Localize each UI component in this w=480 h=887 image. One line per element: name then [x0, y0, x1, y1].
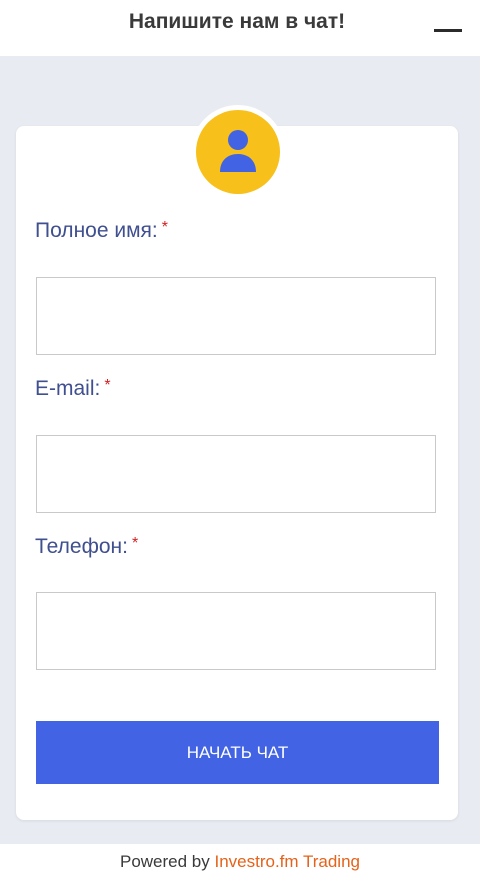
powered-by-footer: Powered by Investro.fm Trading	[0, 852, 480, 872]
user-icon	[220, 130, 256, 172]
avatar	[196, 110, 280, 194]
chat-title: Напишите нам в чат!	[128, 10, 346, 33]
email-label-text: E-mail:	[35, 377, 101, 400]
minimize-icon	[434, 29, 462, 32]
required-mark: *	[161, 219, 168, 236]
brand-link[interactable]: Investro.fm Trading	[214, 852, 360, 871]
phone-label: Телефон: *	[35, 535, 138, 559]
full-name-label-text: Полное имя:	[35, 219, 158, 242]
minimize-button[interactable]	[434, 20, 464, 40]
start-chat-button[interactable]: НАЧАТЬ ЧАТ	[36, 721, 439, 784]
full-name-label: Полное имя: *	[35, 219, 168, 243]
email-input[interactable]	[36, 435, 436, 513]
powered-by-text: Powered by	[119, 852, 215, 871]
phone-label-text: Телефон:	[35, 535, 128, 558]
required-mark: *	[104, 377, 111, 394]
phone-input[interactable]	[36, 592, 436, 670]
required-mark: *	[131, 535, 139, 552]
chat-header: Напишите нам в чат!	[0, 0, 480, 56]
full-name-input[interactable]	[36, 277, 436, 355]
email-label: E-mail: *	[35, 377, 111, 401]
